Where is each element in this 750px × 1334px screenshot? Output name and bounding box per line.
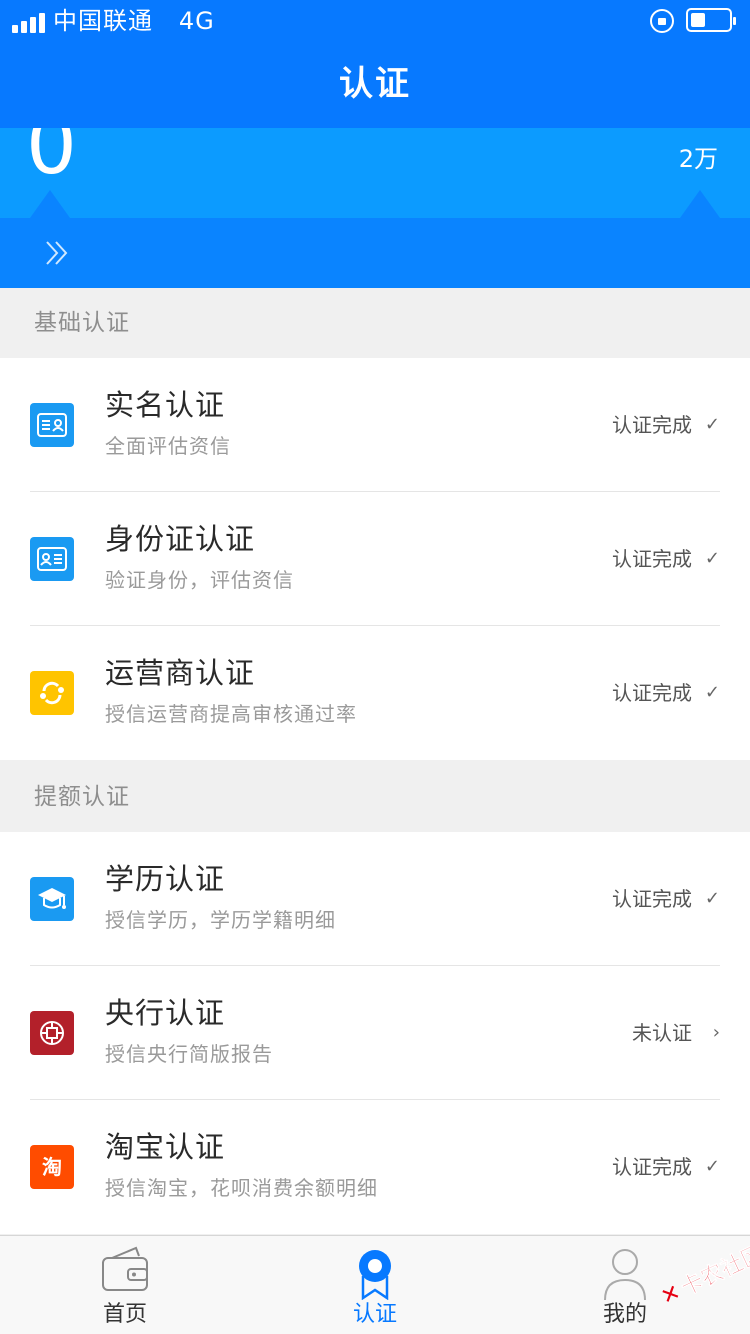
item-title: 身份证认证 [105,522,256,556]
item-title: 运营商认证 [105,656,256,690]
item-desc: 授信学历，学历学籍明细 [105,908,336,932]
item-status: 认证完成 [612,681,692,705]
list-item-central-bank[interactable]: 央行认证 授信央行简版报告 未认证 › [30,966,720,1100]
id-card-icon [30,403,74,447]
basic-auth-list: 实名认证 全面评估资信 认证完成 ✓ 身份证认证 验证身份，评估资信 认证完成 … [0,358,750,760]
item-desc: 验证身份，评估资信 [105,568,294,592]
item-title: 央行认证 [105,996,226,1030]
marker-left-icon [30,190,70,218]
list-item-idcard[interactable]: 身份证认证 验证身份，评估资信 认证完成 ✓ [30,492,720,626]
item-desc: 授信淘宝，花呗消费余额明细 [105,1176,378,1200]
status-bar: 中国联通 4G [0,0,750,42]
list-item-education[interactable]: 学历认证 授信学历，学历学籍明细 认证完成 ✓ [30,832,720,966]
check-icon: ✓ [704,682,720,703]
svg-text:卡农社区: 卡农社区 [677,1240,750,1301]
graduation-cap-icon [30,877,74,921]
item-status: 认证完成 [612,413,692,437]
credit-value: 0 [26,128,77,192]
double-chevron-icon[interactable] [44,239,74,267]
check-icon: ✓ [704,548,720,569]
item-title: 实名认证 [105,388,226,422]
battery-icon [686,8,736,32]
tab-home[interactable]: 首页 [0,1236,250,1334]
credit-hero: 0 2万 [0,128,750,218]
item-title: 学历认证 [105,862,226,896]
list-item-realname[interactable]: 实名认证 全面评估资信 认证完成 ✓ [30,358,720,492]
item-status: 未认证 [632,1021,692,1045]
check-icon: ✓ [704,1156,720,1177]
rotation-lock-icon [650,9,674,33]
tab-bar: 首页 认证 我的 [0,1235,750,1334]
item-desc: 全面评估资信 [105,434,231,458]
identity-card-icon [30,537,74,581]
check-icon: ✓ [704,414,720,435]
hero-band [0,218,750,288]
item-title: 淘宝认证 [105,1130,226,1164]
limit-auth-list: 学历认证 授信学历，学历学籍明细 认证完成 ✓ 央行认证 授信央行简版报告 未认… [0,832,750,1234]
signal-icon [12,13,45,33]
section-header-basic: 基础认证 [0,288,750,358]
marker-right-icon [680,190,720,218]
tab-label: 首页 [102,1302,147,1327]
item-desc: 授信运营商提高审核通过率 [105,702,357,726]
item-status: 认证完成 [612,547,692,571]
central-bank-icon [30,1011,74,1055]
carrier-icon [30,671,74,715]
taobao-icon: 淘 [30,1145,74,1189]
verify-pin-icon [359,1250,391,1300]
watermark-logo: ✕ 卡农社区 [657,1240,750,1310]
tab-label: 认证 [352,1302,397,1327]
tab-verify[interactable]: 认证 [250,1236,500,1334]
network-label: 4G [178,7,215,35]
nav-bar: 认证 [0,42,750,128]
item-status: 认证完成 [612,1155,692,1179]
svg-text:淘: 淘 [42,1155,62,1179]
wallet-icon [102,1246,148,1291]
section-header-limit: 提额认证 [0,762,750,832]
chevron-right-icon: › [712,1022,720,1043]
check-icon: ✓ [704,888,720,909]
page-title: 认证 [339,64,411,104]
carrier-label: 中国联通 4G [53,7,215,35]
user-icon [604,1249,646,1300]
item-desc: 授信央行简版报告 [105,1042,273,1066]
list-item-carrier[interactable]: 运营商认证 授信运营商提高审核通过率 认证完成 ✓ [30,626,720,760]
list-item-taobao[interactable]: 淘 淘宝认证 授信淘宝，花呗消费余额明细 认证完成 ✓ [30,1100,720,1234]
item-status: 认证完成 [612,887,692,911]
credit-max-label: 2万 [678,145,718,173]
